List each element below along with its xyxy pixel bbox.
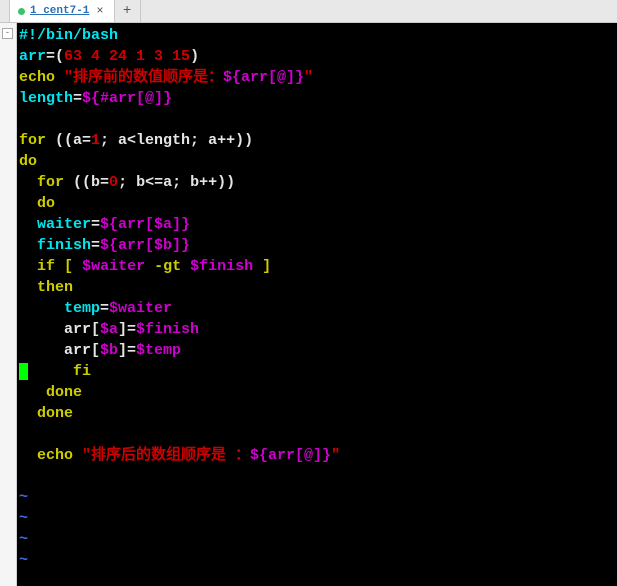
code-line: finish=${arr[$b]} xyxy=(19,235,617,256)
code-line: arr[$b]=$temp xyxy=(19,340,617,361)
code-line: for ((b=0; b<=a; b++)) xyxy=(19,172,617,193)
tab-active[interactable]: 1 cent7-1 × xyxy=(10,0,115,22)
code-line: echo "排序后的数组顺序是 ：${arr[@]}" xyxy=(19,445,617,466)
blank-line xyxy=(19,109,617,130)
close-icon[interactable]: × xyxy=(94,4,105,18)
code-line: waiter=${arr[$a]} xyxy=(19,214,617,235)
blank-line xyxy=(19,466,617,487)
prev-tab-stub[interactable] xyxy=(0,0,10,22)
vim-tilde: ~ xyxy=(19,487,617,508)
code-line: length=${#arr[@]} xyxy=(19,88,617,109)
tab-bar: 1 cent7-1 × + xyxy=(0,0,617,23)
tab-title: 1 cent7-1 xyxy=(30,5,89,17)
code-line: if [ $waiter -gt $finish ] xyxy=(19,256,617,277)
vim-tilde: ~ xyxy=(19,529,617,550)
body-row: - #!/bin/basharr=(63 4 24 1 3 15)echo "排… xyxy=(0,23,617,586)
code-line: done xyxy=(19,382,617,403)
code-line: fi xyxy=(19,361,617,382)
cursor-icon xyxy=(19,363,28,380)
code-line: do xyxy=(19,151,617,172)
editor-window: 1 cent7-1 × + - #!/bin/basharr=(63 4 24 … xyxy=(0,0,617,586)
code-line: #!/bin/bash xyxy=(19,25,617,46)
code-line: done xyxy=(19,403,617,424)
code-line: echo "排序前的数值顺序是：${arr[@]}" xyxy=(19,67,617,88)
vim-tilde: ~ xyxy=(19,508,617,529)
code-line: arr[$a]=$finish xyxy=(19,319,617,340)
blank-line xyxy=(19,424,617,445)
code-line: for ((a=1; a<length; a++)) xyxy=(19,130,617,151)
code-line: do xyxy=(19,193,617,214)
terminal-editor[interactable]: #!/bin/basharr=(63 4 24 1 3 15)echo "排序前… xyxy=(17,23,617,586)
code-line: then xyxy=(19,277,617,298)
status-dot-icon xyxy=(18,8,25,15)
code-line: arr=(63 4 24 1 3 15) xyxy=(19,46,617,67)
vim-tilde: ~ xyxy=(19,550,617,571)
add-tab-button[interactable]: + xyxy=(115,0,141,22)
side-gutter: - xyxy=(0,23,17,586)
collapse-icon[interactable]: - xyxy=(2,28,13,39)
code-line: temp=$waiter xyxy=(19,298,617,319)
plus-icon: + xyxy=(123,3,131,19)
